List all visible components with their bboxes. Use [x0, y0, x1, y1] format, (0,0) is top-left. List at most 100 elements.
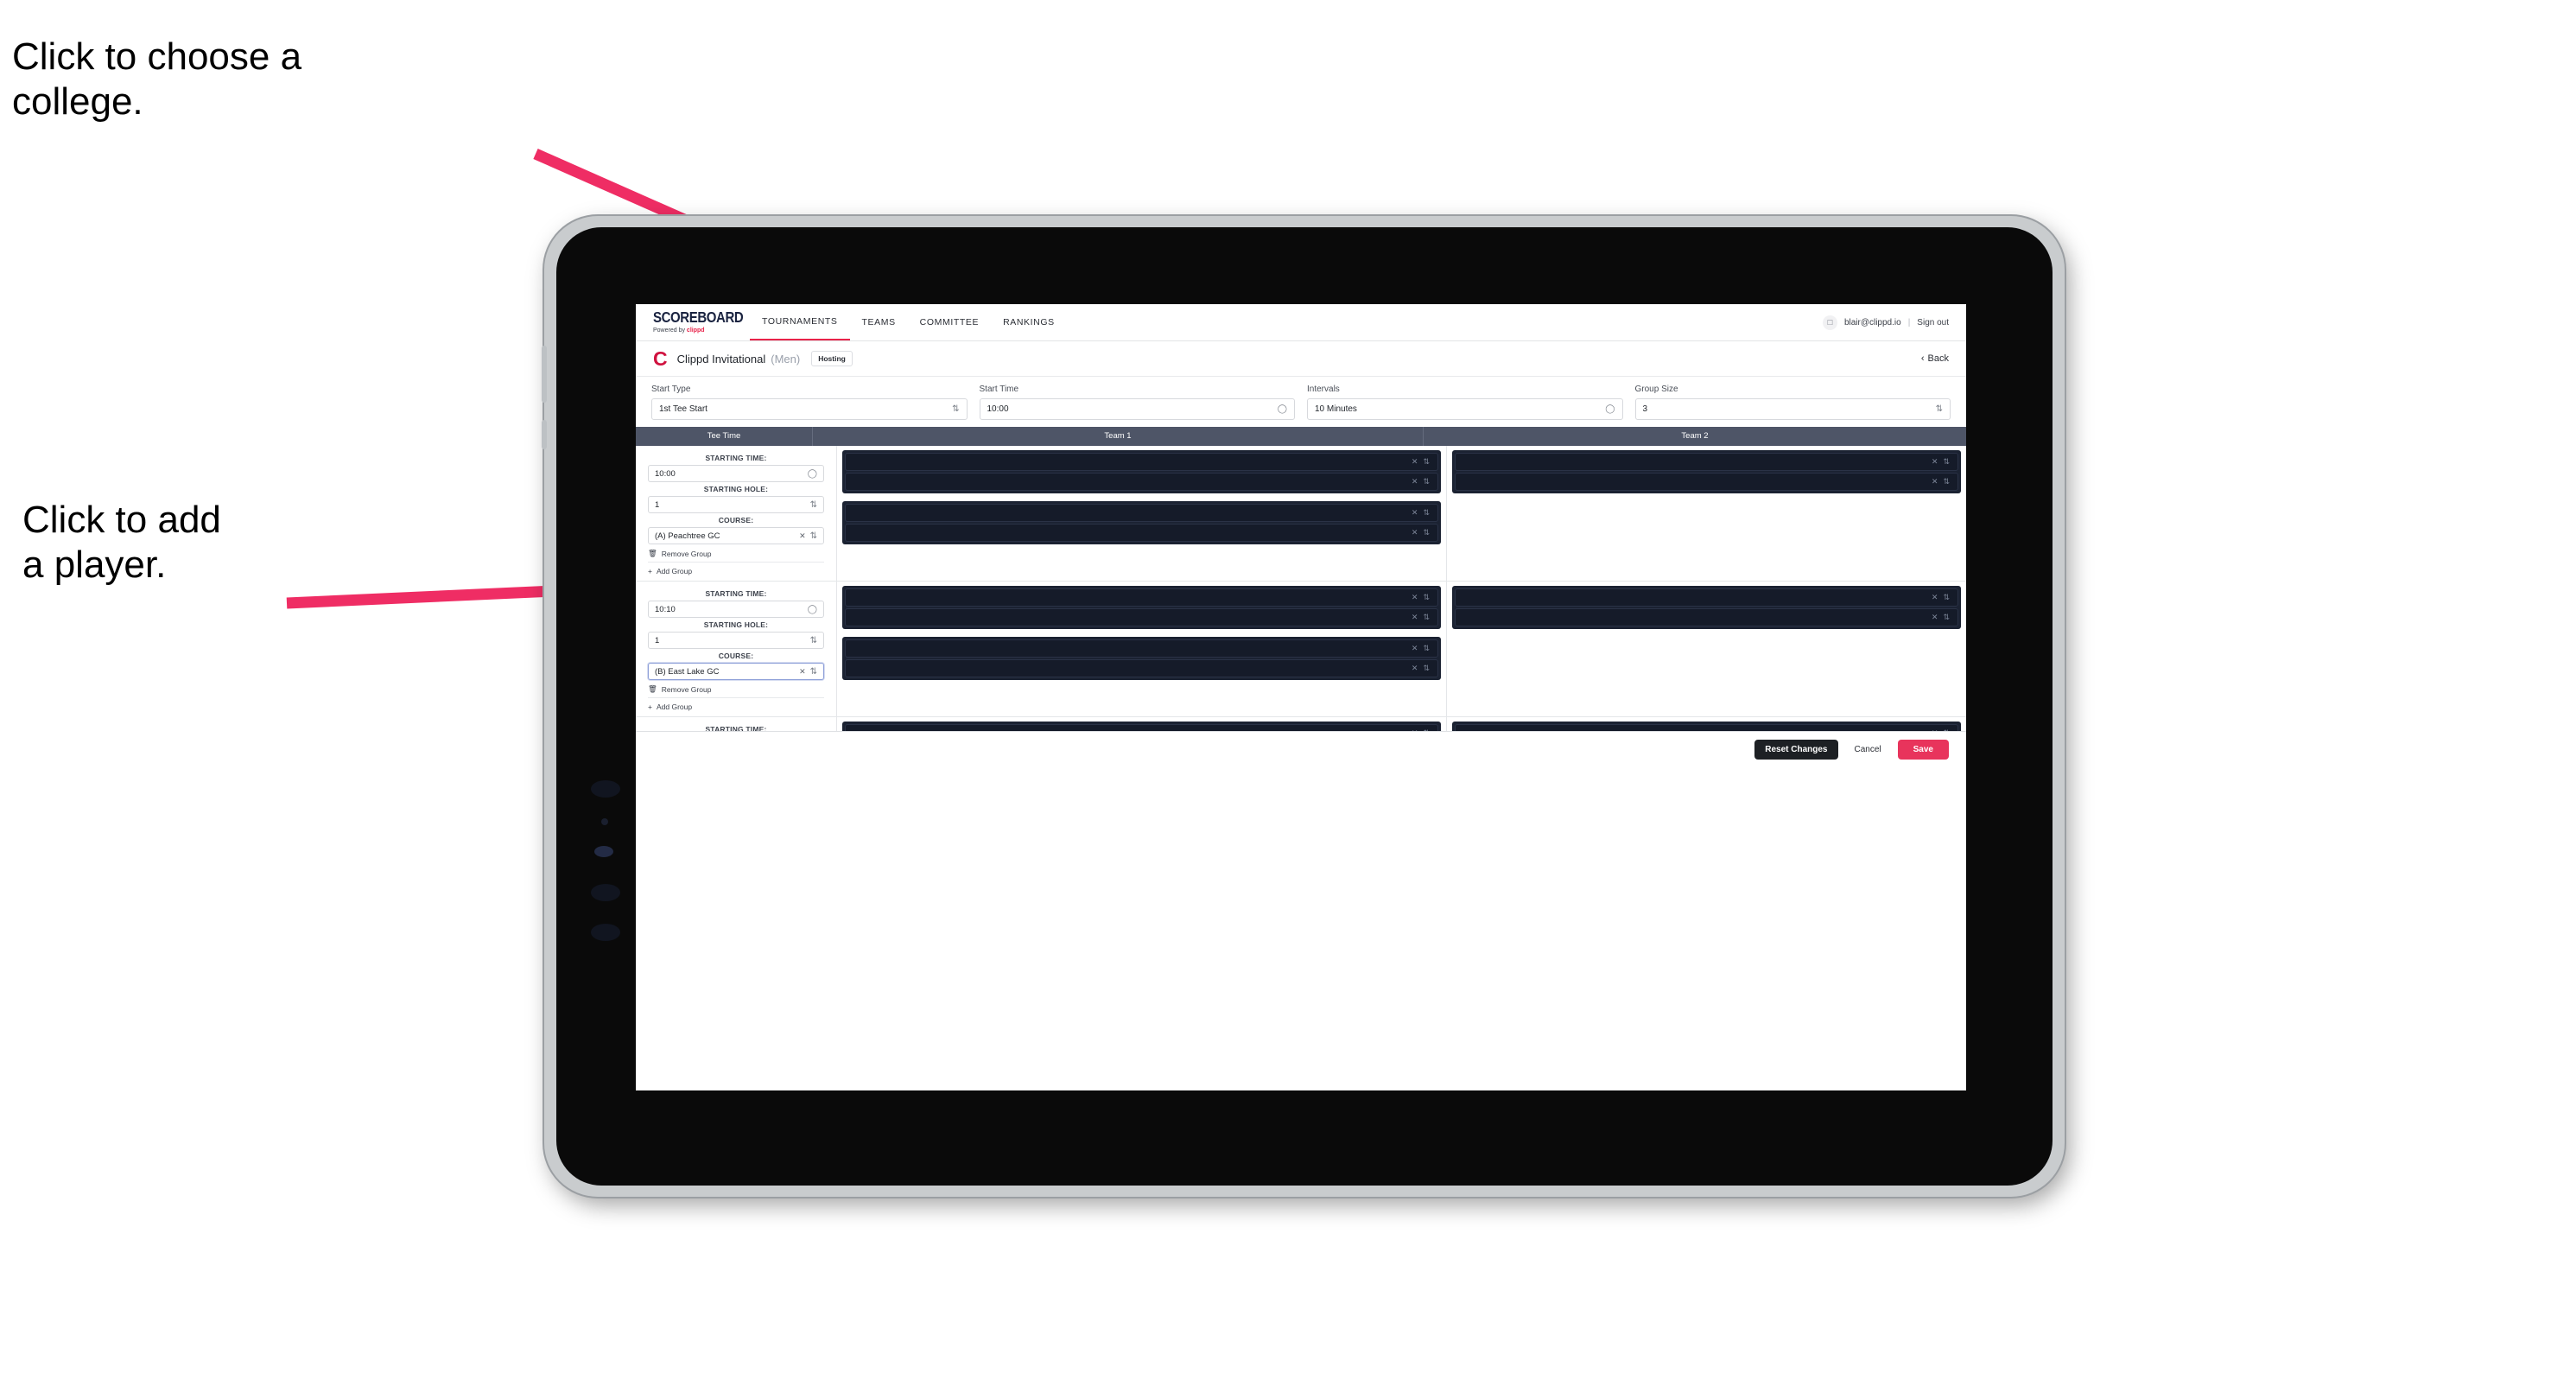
- group-size-select[interactable]: 3 ⇅: [1634, 398, 1951, 420]
- user-avatar-icon[interactable]: ☐: [1822, 315, 1837, 330]
- account-separator: |: [1907, 317, 1911, 327]
- account-area: ☐ blair@clippd.io | Sign out: [1822, 304, 1966, 340]
- starting-hole-input[interactable]: 1 ⇅: [648, 496, 824, 513]
- back-button[interactable]: ‹ Back: [1921, 353, 1949, 364]
- start-type-select[interactable]: 1st Tee Start ⇅: [651, 398, 968, 420]
- starting-hole-value: 1: [655, 635, 660, 645]
- add-group-button[interactable]: + Add Group: [648, 703, 692, 711]
- stepper-icon[interactable]: ⇅: [1943, 457, 1950, 467]
- player-select-row[interactable]: ✕⇅: [845, 504, 1438, 522]
- stepper-icon[interactable]: ⇅: [810, 500, 817, 510]
- clear-x-icon[interactable]: ✕: [1412, 528, 1418, 537]
- app-screen: SCOREBOARD Powered by clippd TOURNAMENTS…: [636, 304, 1966, 1090]
- sign-out-link[interactable]: Sign out: [1917, 318, 1949, 327]
- field-label: Start Type: [651, 385, 691, 394]
- stepper-icon[interactable]: ⇅: [1423, 457, 1430, 467]
- player-select-row[interactable]: ✕⇅: [1455, 473, 1958, 491]
- starting-time-input[interactable]: 10:00 ◯: [648, 465, 824, 482]
- stepper-icon[interactable]: ⇅: [1423, 613, 1430, 622]
- field-value: 3: [1642, 404, 1648, 414]
- player-select-row[interactable]: ✕⇅: [845, 453, 1438, 471]
- stepper-icon[interactable]: ⇅: [1423, 593, 1430, 602]
- player-select-row[interactable]: ✕⇅: [845, 588, 1438, 607]
- clear-x-icon[interactable]: ✕: [1412, 644, 1418, 653]
- player-select-row[interactable]: ✕⇅: [845, 473, 1438, 491]
- starting-hole-label: STARTING HOLE:: [703, 485, 769, 493]
- stepper-icon[interactable]: ⇅: [1423, 644, 1430, 653]
- save-button[interactable]: Save: [1897, 739, 1949, 760]
- clear-x-icon[interactable]: ✕: [1412, 613, 1418, 622]
- starting-time-label: STARTING TIME:: [705, 725, 767, 732]
- stepper-icon[interactable]: ⇅: [1423, 508, 1430, 518]
- start-time-input[interactable]: 10:00 ◯: [979, 398, 1295, 420]
- field-intervals: Intervals 10 Minutes ◯: [1307, 385, 1623, 420]
- action-footer: Reset Changes Cancel Save: [636, 732, 1966, 766]
- annotation-choose-college: Click to choose a college.: [12, 35, 302, 123]
- clock-icon[interactable]: ◯: [808, 469, 817, 479]
- player-select-row[interactable]: ✕⇅: [1455, 588, 1958, 607]
- player-select-row[interactable]: ✕⇅: [1455, 453, 1958, 471]
- add-group-button[interactable]: + Add Group: [648, 567, 692, 575]
- tournament-header: C Clippd Invitational (Men) Hosting ‹ Ba…: [636, 341, 1966, 377]
- clear-x-icon[interactable]: ✕: [1932, 457, 1938, 467]
- starting-time-input[interactable]: 10:10 ◯: [648, 601, 824, 618]
- trash-icon: 🗑: [648, 684, 657, 693]
- team-2-cell: ✕⇅✕⇅: [1447, 446, 1966, 581]
- nav-item-committee[interactable]: COMMITTEE: [908, 304, 991, 340]
- stepper-icon[interactable]: ⇅: [810, 667, 817, 677]
- stepper-icon[interactable]: ⇅: [1943, 593, 1950, 602]
- remove-group-button[interactable]: 🗑 Remove Group: [648, 684, 824, 698]
- stepper-icon[interactable]: ⇅: [1936, 404, 1943, 414]
- clear-x-icon[interactable]: ✕: [799, 531, 806, 541]
- table-header: Tee Time Team 1 Team 2: [636, 427, 1966, 446]
- clear-x-icon[interactable]: ✕: [1932, 613, 1938, 622]
- remove-group-button[interactable]: 🗑 Remove Group: [648, 549, 824, 563]
- power-button[interactable]: [542, 346, 547, 403]
- player-select-row[interactable]: ✕⇅: [845, 639, 1438, 658]
- reset-changes-button[interactable]: Reset Changes: [1754, 739, 1838, 760]
- stepper-icon[interactable]: ⇅: [1423, 477, 1430, 486]
- stepper-icon[interactable]: ⇅: [1943, 477, 1950, 486]
- clear-x-icon[interactable]: ✕: [1412, 457, 1418, 467]
- stepper-icon[interactable]: ⇅: [810, 531, 817, 541]
- clock-icon[interactable]: ◯: [808, 605, 817, 614]
- player-select-row[interactable]: ✕⇅: [845, 608, 1438, 626]
- clear-x-icon[interactable]: ✕: [799, 667, 806, 677]
- stepper-icon[interactable]: ⇅: [1943, 613, 1950, 622]
- chevron-left-icon: ‹: [1920, 353, 1925, 364]
- stepper-icon[interactable]: ⇅: [1423, 664, 1430, 673]
- clear-x-icon[interactable]: ✕: [1412, 477, 1418, 486]
- volume-button[interactable]: [542, 420, 547, 449]
- trash-icon: 🗑: [648, 549, 657, 557]
- clear-x-icon[interactable]: ✕: [1932, 477, 1938, 486]
- clock-icon[interactable]: ◯: [1605, 404, 1615, 414]
- player-select-row[interactable]: ✕⇅: [845, 659, 1438, 677]
- course-select[interactable]: (B) East Lake GC ✕ ⇅: [648, 663, 824, 680]
- clock-icon[interactable]: ◯: [1278, 404, 1287, 414]
- nav-item-tournaments[interactable]: TOURNAMENTS: [750, 304, 850, 340]
- field-start-type: Start Type 1st Tee Start ⇅: [651, 385, 968, 420]
- course-select[interactable]: (A) Peachtree GC ✕ ⇅: [648, 527, 824, 544]
- nav-item-teams[interactable]: TEAMS: [850, 304, 908, 340]
- intervals-input[interactable]: 10 Minutes ◯: [1307, 398, 1623, 420]
- tee-time-table-body[interactable]: STARTING TIME: 10:00 ◯ STARTING HOLE: 1 ⇅ COUR…: [636, 446, 1966, 732]
- clear-x-icon[interactable]: ✕: [1412, 664, 1418, 673]
- player-select-row[interactable]: ✕⇅: [1455, 724, 1958, 731]
- player-group-block: ✕⇅✕⇅: [1452, 450, 1961, 493]
- stepper-icon[interactable]: ⇅: [810, 636, 817, 645]
- player-select-row[interactable]: ✕⇅: [845, 724, 1438, 731]
- clear-x-icon[interactable]: ✕: [1412, 593, 1418, 602]
- tee-time-group-row: STARTING TIME: 10:00 ◯ STARTING HOLE: 1 ⇅ COUR…: [636, 446, 1966, 582]
- player-select-row[interactable]: ✕⇅: [845, 524, 1438, 542]
- player-select-row[interactable]: ✕⇅: [1455, 608, 1958, 626]
- starting-hole-input[interactable]: 1 ⇅: [648, 632, 824, 649]
- cancel-button[interactable]: Cancel: [1850, 740, 1887, 760]
- nav-item-rankings[interactable]: RANKINGS: [991, 304, 1067, 340]
- course-value: (B) East Lake GC: [655, 666, 720, 677]
- stepper-icon[interactable]: ⇅: [1423, 528, 1430, 537]
- clear-x-icon[interactable]: ✕: [1412, 508, 1418, 518]
- stepper-icon[interactable]: ⇅: [952, 404, 959, 414]
- scoreboard-logo[interactable]: SCOREBOARD Powered by clippd: [636, 304, 750, 340]
- clear-x-icon[interactable]: ✕: [1932, 593, 1938, 602]
- back-label: Back: [1927, 353, 1949, 364]
